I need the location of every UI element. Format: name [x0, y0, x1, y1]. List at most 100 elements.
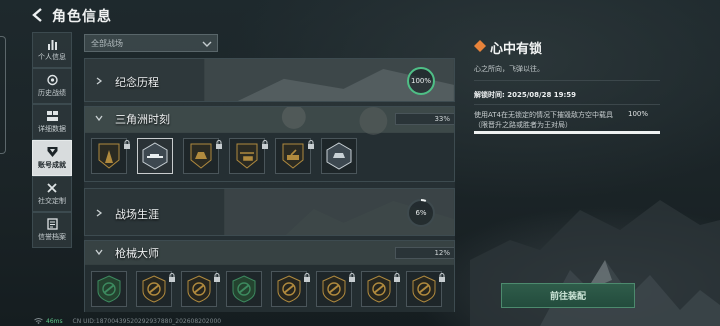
left-edge-handle[interactable]	[0, 36, 6, 154]
status-bar: 46ms CN UID:18700439520292937880_2026082…	[34, 318, 221, 325]
tab-social-custom[interactable]: 社交定制	[32, 176, 72, 212]
chevron-down-icon	[95, 249, 103, 256]
lock-icon	[214, 273, 220, 282]
tab-detailed-data[interactable]: 详细数据	[32, 104, 72, 140]
filter-value: 全部战场	[91, 39, 123, 48]
lock-icon	[308, 140, 314, 149]
tools-icon	[46, 183, 57, 193]
progress-text: 33%	[434, 115, 450, 123]
gun-shield-icon	[142, 275, 166, 303]
weapon-badge[interactable]	[226, 271, 262, 307]
soldier-medal-icon	[98, 143, 120, 169]
weapon-badge[interactable]	[91, 271, 127, 307]
go-equip-button[interactable]: 前往装配	[501, 283, 635, 308]
detail-subtitle: 心之所向，飞弹以往。	[474, 65, 544, 73]
bar-chart-icon	[47, 40, 57, 50]
progress-text: 6%	[415, 209, 427, 217]
section-title: 三角洲时刻	[115, 113, 170, 126]
detail-title: 心中有锁	[490, 42, 543, 57]
detail-progress-bar	[474, 131, 660, 134]
weapon-badge[interactable]	[181, 271, 217, 307]
page-title: 角色信息	[52, 9, 112, 25]
lock-icon	[262, 140, 268, 149]
progress-bar: 12%	[395, 247, 454, 259]
gun-shield-icon	[322, 275, 346, 303]
helicopter-medal-icon	[236, 143, 258, 169]
section-title: 枪械大师	[115, 247, 159, 260]
weapon-badge[interactable]	[361, 271, 397, 307]
weapon-badge[interactable]	[136, 271, 172, 307]
achievement-badge-selected[interactable]	[137, 138, 173, 174]
lock-icon	[124, 140, 130, 149]
achievement-icon	[47, 147, 57, 157]
lock-icon	[304, 273, 310, 282]
back-arrow-icon[interactable]	[32, 8, 44, 22]
armor-medal-icon	[326, 142, 352, 170]
chevron-down-icon	[95, 115, 103, 122]
tab-credit-file[interactable]: 信誉档案	[32, 212, 72, 248]
ping-value: 46ms	[46, 318, 63, 325]
gun-shield-icon	[412, 275, 436, 303]
achievement-badge[interactable]	[321, 138, 357, 174]
lock-icon	[394, 273, 400, 282]
battlefield-filter-dropdown[interactable]: 全部战场	[84, 34, 218, 52]
achievement-badge[interactable]	[275, 138, 311, 174]
tank-medal-icon	[282, 143, 304, 169]
lock-icon	[349, 273, 355, 282]
section-weapon-master[interactable]: 枪械大师 12%	[84, 240, 455, 312]
progress-bar: 33%	[395, 113, 454, 125]
tab-account-achievements[interactable]: 账号成就	[32, 140, 72, 176]
section-battlefield-career[interactable]: 战场生涯 6%	[84, 188, 455, 236]
chevron-right-icon	[96, 77, 103, 85]
tab-label: 信誉档案	[38, 233, 66, 241]
vehicle-medal-icon	[190, 143, 212, 169]
gun-shield-icon	[367, 275, 391, 303]
tab-label: 社交定制	[38, 197, 66, 205]
credit-file-icon	[46, 218, 58, 230]
gun-shield-icon	[187, 275, 211, 303]
detail-description: 使用AT4在无锁定的情况下摧毁敌方空中载具（限晋升之路或胜者为王对局）	[474, 111, 613, 129]
lock-icon	[439, 273, 445, 282]
chevron-right-icon	[96, 209, 103, 217]
progress-ring: 6%	[406, 198, 436, 228]
progress-ring: 100%	[406, 66, 436, 96]
tab-personal-info[interactable]: 个人信息	[32, 32, 72, 68]
achievement-badge[interactable]	[183, 138, 219, 174]
weapon-badge[interactable]	[271, 271, 307, 307]
lock-icon	[169, 273, 175, 282]
achievement-list[interactable]: 纪念历程 100% 三角洲时刻 33% 战场生涯 6% 枪械大师 12%	[84, 58, 455, 312]
section-title: 纪念历程	[115, 76, 159, 89]
tab-label: 历史战绩	[38, 89, 66, 97]
divider	[474, 80, 660, 81]
gun-shield-icon	[232, 275, 256, 303]
weapon-badge[interactable]	[406, 271, 442, 307]
tab-label: 详细数据	[38, 125, 66, 133]
wifi-icon	[34, 318, 43, 324]
section-header[interactable]: 战场生涯	[85, 202, 454, 224]
weapon-badge[interactable]	[316, 271, 352, 307]
section-header[interactable]: 纪念历程	[85, 70, 454, 92]
section-memorial-journey[interactable]: 纪念历程 100%	[84, 58, 455, 102]
gun-shield-icon	[277, 275, 301, 303]
data-icon	[46, 111, 58, 121]
detail-percent: 100%	[628, 110, 649, 118]
achievement-badge[interactable]	[229, 138, 265, 174]
achievement-marker-icon	[474, 40, 486, 52]
progress-text: 12%	[434, 249, 450, 257]
achievement-badge[interactable]	[91, 138, 127, 174]
lock-icon	[216, 140, 222, 149]
section-delta-moments[interactable]: 三角洲时刻 33%	[84, 106, 455, 182]
tab-label: 个人信息	[38, 53, 66, 61]
history-icon	[46, 74, 58, 86]
section-title: 战场生涯	[115, 208, 159, 221]
uid-text: CN UID:18700439520292937880_202608202000	[72, 318, 222, 325]
divider	[474, 104, 660, 105]
rifle-medal-icon	[142, 142, 168, 170]
unlock-time: 解锁时间: 2025/08/28 19:59	[474, 91, 577, 99]
top-bar: 角色信息	[0, 0, 720, 30]
tab-history-record[interactable]: 历史战绩	[32, 68, 72, 104]
chevron-down-icon	[202, 41, 212, 47]
progress-text: 100%	[410, 77, 431, 85]
gun-shield-icon	[97, 275, 121, 303]
detail-progress-fill	[474, 131, 660, 134]
